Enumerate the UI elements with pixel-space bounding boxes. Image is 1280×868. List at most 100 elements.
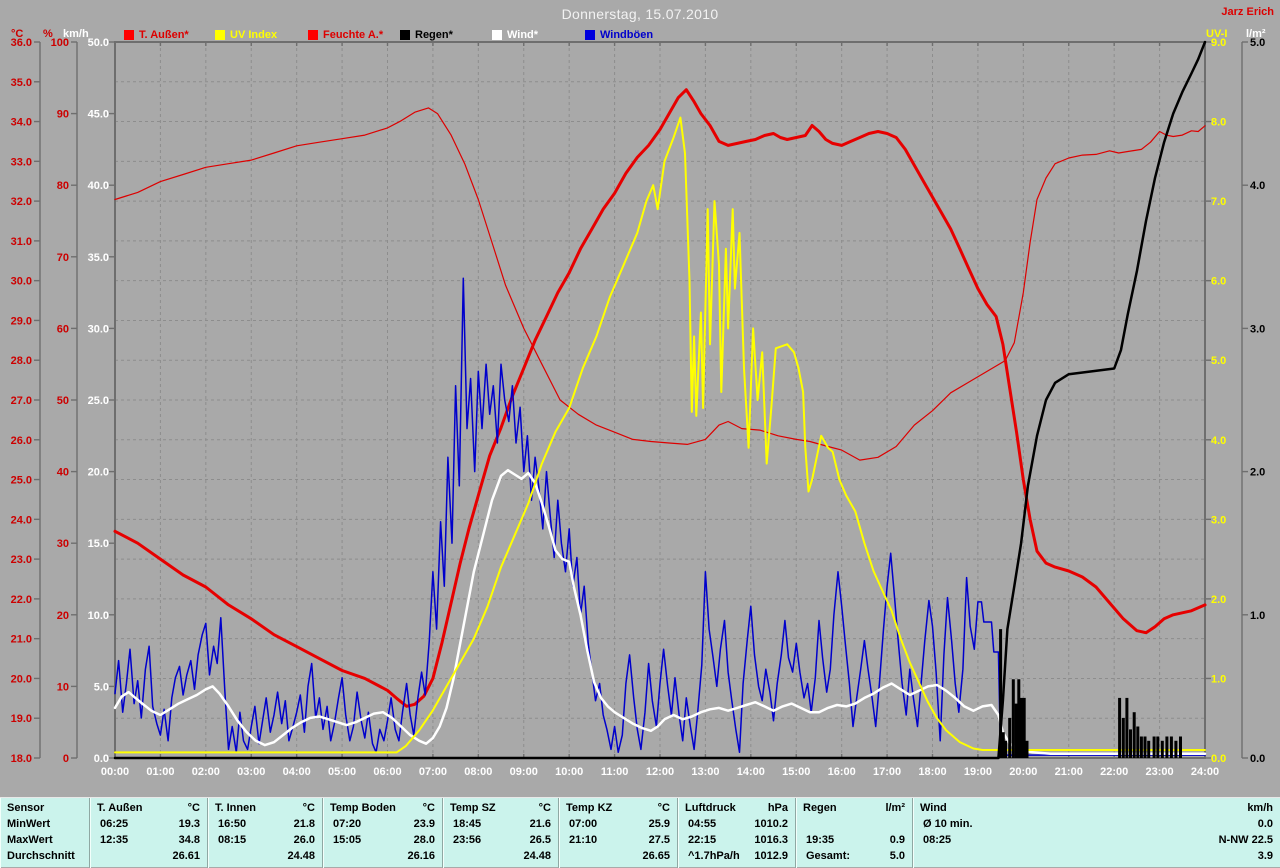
svg-text:3.0: 3.0 xyxy=(1211,514,1226,526)
column-header: T. Innen °C xyxy=(215,802,315,814)
table-cell: 3.9 xyxy=(1257,850,1273,862)
svg-text:0.0: 0.0 xyxy=(1211,753,1226,765)
table-cell: 07:00 25.9 xyxy=(569,818,670,830)
column-header: Temp Boden °C xyxy=(330,802,435,814)
table-cell: 18:45 21.6 xyxy=(453,818,551,830)
table-cell: 21:10 27.5 xyxy=(569,834,670,846)
row-label: Durchschnitt xyxy=(7,850,75,862)
svg-text:20:00: 20:00 xyxy=(1009,766,1037,778)
svg-text:10.0: 10.0 xyxy=(88,610,109,622)
table-cell: 23:56 26.5 xyxy=(453,834,551,846)
svg-text:6.0: 6.0 xyxy=(1211,276,1226,288)
column-header: Luftdruck hPa xyxy=(685,802,788,814)
svg-text:90: 90 xyxy=(57,109,69,121)
column-header: Regen l/m² xyxy=(803,802,905,814)
row-label: MaxWert xyxy=(7,834,53,846)
table-cell: 24.48 xyxy=(523,850,551,862)
table-cell: 07:20 23.9 xyxy=(333,818,435,830)
svg-text:35.0: 35.0 xyxy=(88,252,109,264)
svg-text:9.0: 9.0 xyxy=(1211,37,1226,49)
svg-text:26.0: 26.0 xyxy=(11,435,32,447)
table-cell: 06:25 19.3 xyxy=(100,818,200,830)
svg-text:31.0: 31.0 xyxy=(11,236,32,248)
svg-text:4.0: 4.0 xyxy=(1250,180,1265,192)
svg-text:60: 60 xyxy=(57,323,69,335)
svg-text:28.0: 28.0 xyxy=(11,355,32,367)
weather-chart[interactable]: 18.0 19.0 20.0 21.0 22.0 23.0 24.0 25.0 26.0 27.0… xyxy=(0,0,1280,795)
svg-text:14:00: 14:00 xyxy=(737,766,765,778)
svg-text:20.0: 20.0 xyxy=(11,673,32,685)
svg-text:4.0: 4.0 xyxy=(1211,435,1226,447)
svg-text:24:00: 24:00 xyxy=(1191,766,1219,778)
svg-text:30.0: 30.0 xyxy=(11,276,32,288)
svg-text:23.0: 23.0 xyxy=(11,554,32,566)
svg-text:10:00: 10:00 xyxy=(555,766,583,778)
summary-table: Sensor MinWert MaxWert Durchschnitt T. Außen… xyxy=(0,797,1280,868)
svg-text:50.0: 50.0 xyxy=(88,37,109,49)
svg-text:80: 80 xyxy=(57,180,69,192)
table-cell: ^1.7hPa/h 1012.9 xyxy=(688,850,788,862)
table-cell: 04:55 1010.2 xyxy=(688,818,788,830)
svg-text:22:00: 22:00 xyxy=(1100,766,1128,778)
svg-text:0.0: 0.0 xyxy=(1250,753,1265,765)
svg-text:29.0: 29.0 xyxy=(11,315,32,327)
svg-text:70: 70 xyxy=(57,252,69,264)
svg-text:40: 40 xyxy=(57,467,69,479)
svg-text:20.0: 20.0 xyxy=(88,467,109,479)
svg-text:00:00: 00:00 xyxy=(101,766,129,778)
column-header: Temp SZ °C xyxy=(450,802,551,814)
column-header: Wind km/h xyxy=(920,802,1273,814)
row-label: Sensor xyxy=(7,802,45,814)
table-cell xyxy=(796,816,912,832)
svg-text:30.0: 30.0 xyxy=(88,323,109,335)
svg-text:25.0: 25.0 xyxy=(11,475,32,487)
svg-text:10: 10 xyxy=(57,681,69,693)
svg-text:0: 0 xyxy=(63,753,69,765)
svg-text:7.0: 7.0 xyxy=(1211,196,1226,208)
table-cell: 24.48 xyxy=(287,850,315,862)
table-cell: 19:35 0.9 xyxy=(806,834,905,846)
svg-text:21:00: 21:00 xyxy=(1055,766,1083,778)
svg-text:18.0: 18.0 xyxy=(11,753,32,765)
svg-text:21.0: 21.0 xyxy=(11,634,32,646)
svg-text:15.0: 15.0 xyxy=(88,538,109,550)
table-cell: 26.61 xyxy=(172,850,200,862)
svg-text:08:00: 08:00 xyxy=(464,766,492,778)
table-cell: 08:15 26.0 xyxy=(218,834,315,846)
svg-text:20: 20 xyxy=(57,610,69,622)
svg-text:05:00: 05:00 xyxy=(328,766,356,778)
svg-text:32.0: 32.0 xyxy=(11,196,32,208)
svg-text:5.0: 5.0 xyxy=(1211,355,1226,367)
svg-text:27.0: 27.0 xyxy=(11,395,32,407)
svg-text:16:00: 16:00 xyxy=(828,766,856,778)
table-cell: 26.65 xyxy=(642,850,670,862)
svg-text:17:00: 17:00 xyxy=(873,766,901,778)
svg-text:1.0: 1.0 xyxy=(1250,610,1265,622)
table-cell: 15:05 28.0 xyxy=(333,834,435,846)
svg-text:03:00: 03:00 xyxy=(237,766,265,778)
table-cell: 12:35 34.8 xyxy=(100,834,200,846)
column-header: T. Außen °C xyxy=(97,802,200,814)
svg-text:12:00: 12:00 xyxy=(646,766,674,778)
svg-text:45.0: 45.0 xyxy=(88,109,109,121)
svg-text:13:00: 13:00 xyxy=(691,766,719,778)
svg-text:36.0: 36.0 xyxy=(11,37,32,49)
svg-text:09:00: 09:00 xyxy=(510,766,538,778)
svg-text:15:00: 15:00 xyxy=(782,766,810,778)
svg-text:06:00: 06:00 xyxy=(373,766,401,778)
svg-text:23:00: 23:00 xyxy=(1146,766,1174,778)
table-cell: 26.16 xyxy=(407,850,435,862)
svg-text:1.0: 1.0 xyxy=(1211,673,1226,685)
svg-text:01:00: 01:00 xyxy=(146,766,174,778)
svg-text:04:00: 04:00 xyxy=(283,766,311,778)
svg-text:40.0: 40.0 xyxy=(88,180,109,192)
svg-text:07:00: 07:00 xyxy=(419,766,447,778)
svg-text:11:00: 11:00 xyxy=(601,766,629,778)
svg-text:25.0: 25.0 xyxy=(88,395,109,407)
table-cell: 16:50 21.8 xyxy=(218,818,315,830)
svg-text:5.0: 5.0 xyxy=(1250,37,1265,49)
svg-text:35.0: 35.0 xyxy=(11,77,32,89)
svg-text:18:00: 18:00 xyxy=(918,766,946,778)
column-header: Temp KZ °C xyxy=(566,802,670,814)
svg-text:33.0: 33.0 xyxy=(11,156,32,168)
